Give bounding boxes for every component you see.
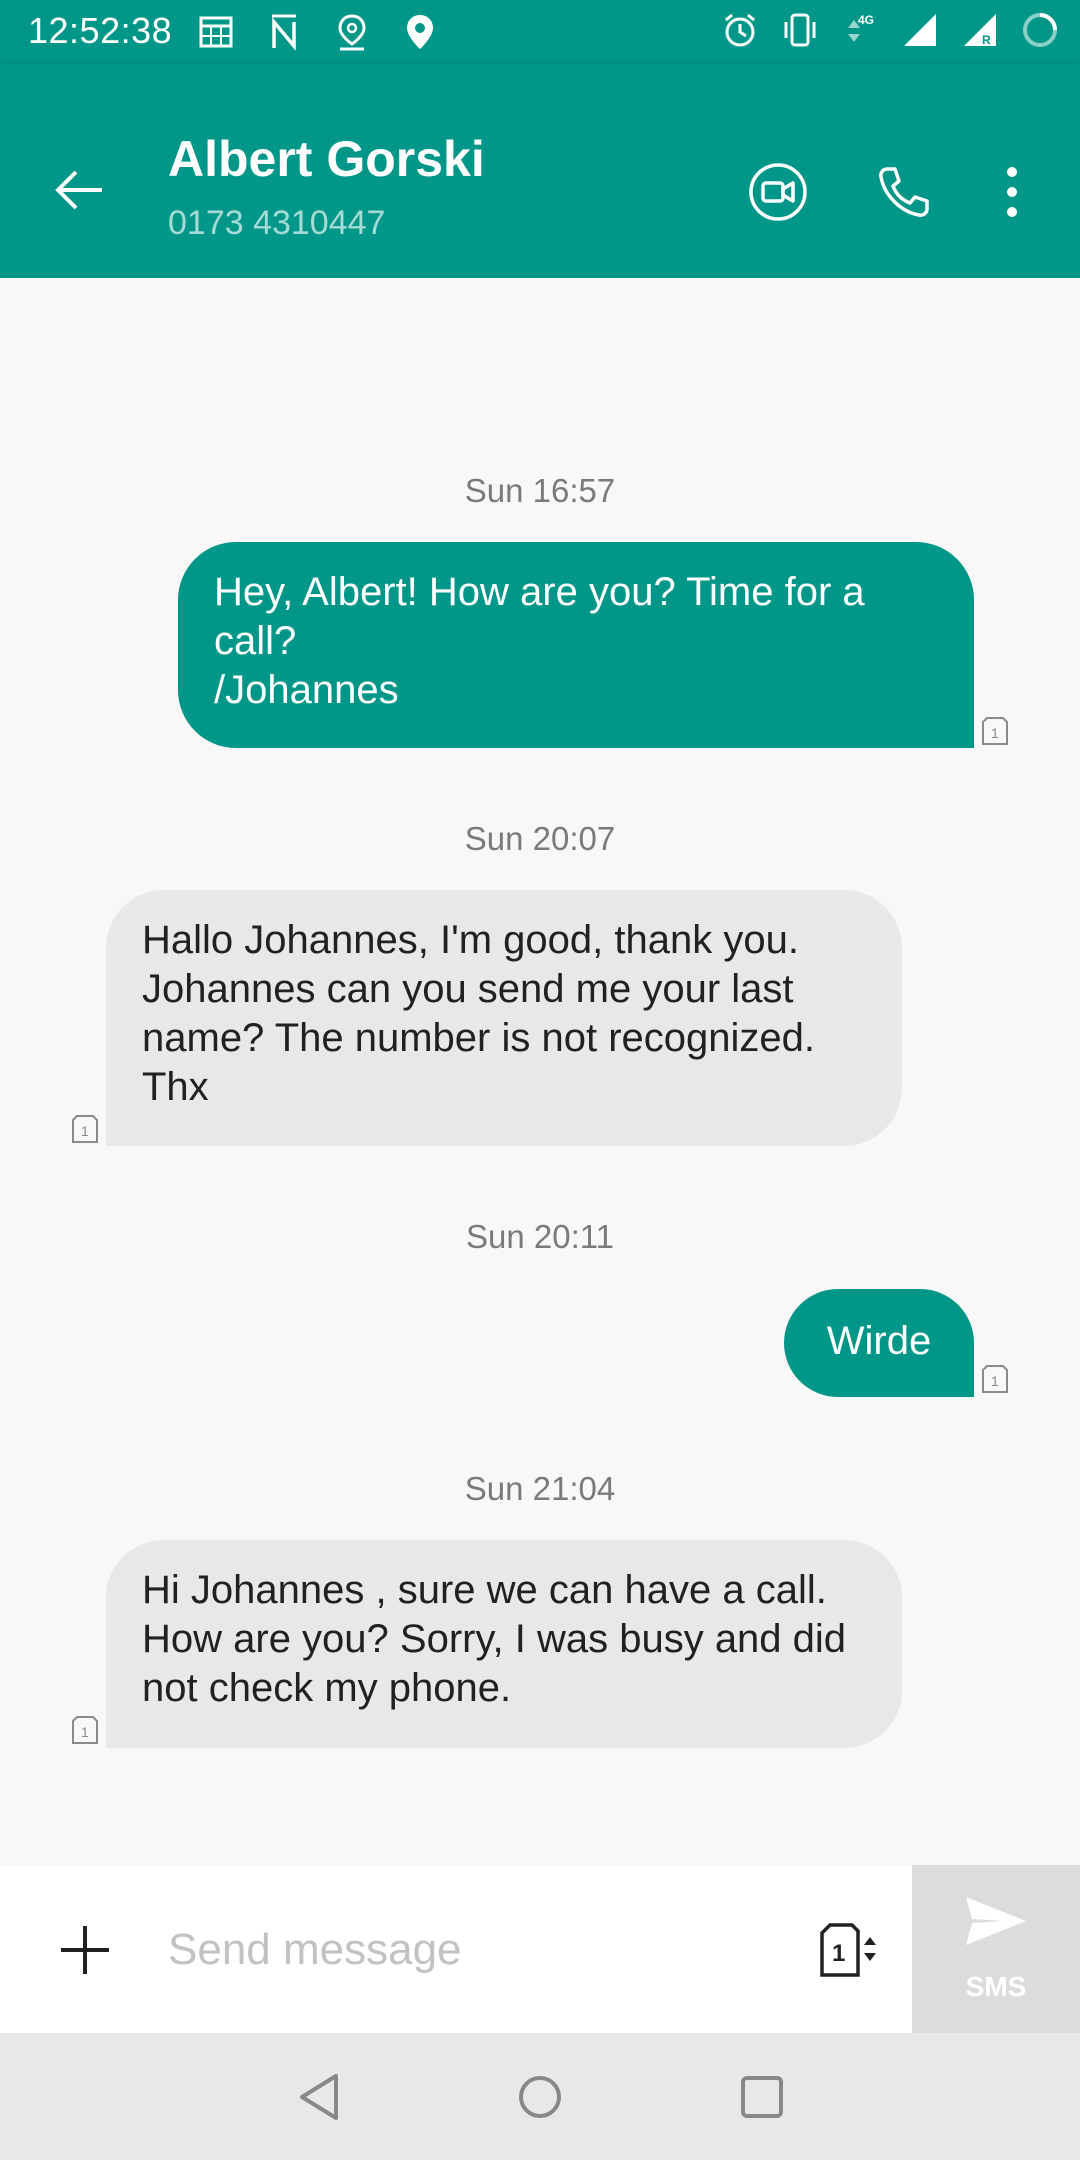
message-line: Hi Johannes , sure we can have a call. — [142, 1568, 827, 1612]
signal-roaming-icon: R — [964, 14, 996, 47]
message-line: Thx — [142, 1065, 209, 1109]
message-input[interactable] — [150, 1905, 826, 1995]
sim-selector-slot: 1 — [832, 1940, 845, 1967]
message-line: Wirde — [826, 1319, 932, 1363]
phone-call-button[interactable] — [862, 150, 946, 234]
message-list[interactable]: Sun 16:57 Hey, Albert! How are you? Time… — [0, 278, 1080, 1865]
nav-home-icon — [519, 2076, 561, 2118]
send-button[interactable]: SMS — [912, 1865, 1080, 2033]
incoming-message-bubble[interactable]: Hallo Johannes, I'm good, thank you. Joh… — [106, 890, 902, 1146]
nav-recents-icon — [741, 2076, 783, 2118]
message-line: name? The number is not recognized. — [142, 1016, 815, 1060]
arrow-back-icon — [55, 170, 102, 210]
message-timestamp: Sun 21:04 — [464, 1470, 616, 1507]
sim-card-icon: 1 — [72, 1716, 98, 1744]
roaming-label: R — [982, 33, 991, 47]
message-line: Johannes can you send me your last — [142, 967, 794, 1011]
message-line: Hallo Johannes, I'm good, thank you. — [142, 918, 799, 962]
message-line: call? — [214, 619, 297, 663]
conversation-header: Albert Gorski 0173 4310447 — [0, 64, 1080, 278]
contact-number: 0173 4310447 — [168, 204, 386, 242]
sim-card-icon: 1 — [982, 717, 1008, 745]
alarm-icon — [725, 13, 755, 47]
send-label: SMS — [965, 1971, 1027, 2002]
sim-card-icon: 1 — [982, 1365, 1008, 1393]
vibrate-icon — [784, 13, 816, 47]
sim-selector[interactable]: 1 — [810, 1905, 890, 1995]
status-time: 12:52:38 — [28, 10, 173, 51]
attach-button[interactable] — [40, 1905, 130, 1995]
more-vert-icon — [1007, 167, 1017, 217]
sim-slot-label: 1 — [81, 1724, 89, 1740]
message-timestamp: Sun 16:57 — [464, 472, 616, 509]
battery-saver-icon — [1023, 13, 1057, 47]
message-line: /Johannes — [214, 668, 399, 712]
network-type-label: 4G — [858, 13, 874, 27]
outgoing-message-bubble[interactable]: Hey, Albert! How are you? Time for a cal… — [178, 542, 974, 748]
sim-slot-label: 1 — [991, 725, 999, 741]
message-timestamp: Sun 20:11 — [465, 1218, 615, 1255]
incoming-message-bubble[interactable]: Hi Johannes , sure we can have a call. H… — [106, 1540, 902, 1748]
message-timestamp: Sun 20:07 — [464, 820, 616, 857]
signal-icon — [904, 14, 936, 46]
add-icon — [61, 1926, 109, 1974]
nav-recents-button[interactable] — [726, 2061, 798, 2133]
message-line: not check my phone. — [142, 1666, 512, 1710]
message-line: Hey, Albert! How are you? Time for a — [214, 570, 865, 614]
nfc-icon — [272, 14, 296, 51]
phone-call-icon — [879, 167, 929, 217]
calendar-icon — [199, 16, 233, 48]
sim-slot-label: 1 — [81, 1123, 89, 1139]
more-options-button[interactable] — [970, 150, 1054, 234]
back-button[interactable] — [40, 150, 120, 230]
contact-name[interactable]: Albert Gorski — [168, 130, 485, 188]
nav-back-button[interactable] — [284, 2061, 356, 2133]
message-line: How are you? Sorry, I was busy and did — [142, 1617, 847, 1661]
status-bar: 12:52:38 4G R — [0, 0, 1080, 64]
location-pin-outline-icon — [338, 14, 366, 51]
location-pin-icon — [407, 15, 433, 49]
send-icon — [966, 1897, 1026, 1945]
sim-slot-label: 1 — [991, 1373, 999, 1389]
system-navigation-bar — [0, 2033, 1080, 2160]
sim-card-icon: 1 — [72, 1115, 98, 1143]
nav-home-button[interactable] — [504, 2061, 576, 2133]
message-composer: 1 SMS — [0, 1865, 1080, 2033]
sim-card-select-icon: 1 — [820, 1923, 876, 1977]
nav-back-icon — [300, 2074, 338, 2120]
data-arrows-icon: 4G — [848, 13, 874, 42]
video-call-icon — [749, 163, 807, 221]
outgoing-message-bubble[interactable]: Wirde — [784, 1289, 974, 1397]
video-call-button[interactable] — [736, 150, 820, 234]
